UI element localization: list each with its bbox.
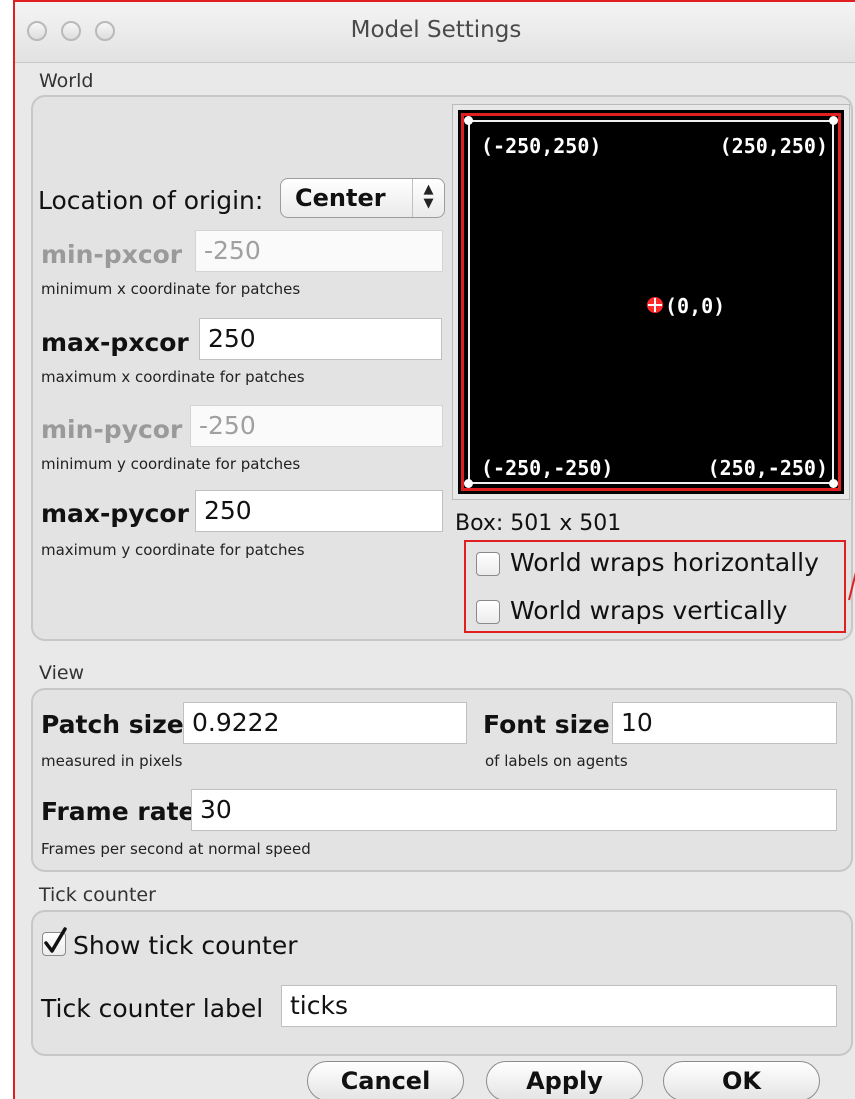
patch-size-hint: measured in pixels — [41, 752, 183, 770]
show-tick-counter-label: Show tick counter — [73, 931, 298, 960]
title-bar: Model Settings — [15, 2, 855, 63]
font-size-label: Font size — [483, 710, 610, 739]
model-settings-window: Model Settings World Location of origin:… — [13, 0, 855, 1099]
world-section-label: World — [39, 70, 94, 92]
frame-rate-hint: Frames per second at normal speed — [41, 840, 311, 858]
wrap-horizontal-label: World wraps horizontally — [510, 548, 819, 577]
font-size-input[interactable]: 10 — [612, 702, 837, 744]
preview-bottom-right-label: (250,-250) — [707, 456, 828, 480]
origin-select[interactable]: Center ▲ ▼ — [280, 178, 445, 218]
corner-dot-icon — [829, 479, 838, 488]
max-pycor-input[interactable]: 250 — [195, 490, 443, 532]
cancel-button[interactable]: Cancel — [307, 1061, 464, 1099]
max-pycor-hint: maximum y coordinate for patches — [41, 541, 305, 559]
min-pxcor-hint: minimum x coordinate for patches — [41, 280, 301, 298]
tick-counter-label-label: Tick counter label — [41, 994, 264, 1023]
preview-bottom-left-label: (-250,-250) — [481, 456, 614, 480]
corner-dot-icon — [464, 479, 473, 488]
origin-select-value: Center — [295, 184, 386, 212]
patch-size-label: Patch size — [41, 710, 184, 739]
min-pycor-label: min-pycor — [41, 415, 183, 444]
ok-button[interactable]: OK — [663, 1061, 820, 1099]
min-pxcor-label: min-pxcor — [41, 240, 183, 269]
frame-rate-label: Frame rate — [41, 797, 196, 826]
min-pycor-hint: minimum y coordinate for patches — [41, 455, 301, 473]
updown-arrows-icon: ▲ ▼ — [412, 179, 444, 217]
preview-center-label: (0,0) — [665, 294, 726, 318]
view-section-label: View — [39, 662, 85, 684]
preview-top-right-label: (250,250) — [719, 134, 828, 158]
min-pxcor-input[interactable]: -250 — [195, 230, 443, 272]
corner-dot-icon — [829, 116, 838, 125]
window-title: Model Settings — [350, 17, 522, 43]
max-pxcor-input[interactable]: 250 — [199, 318, 442, 360]
wrap-vertical-checkbox[interactable] — [476, 600, 500, 624]
patch-size-input[interactable]: 0.9222 — [183, 702, 467, 744]
max-pxcor-hint: maximum x coordinate for patches — [41, 368, 305, 386]
min-pycor-input[interactable]: -250 — [190, 405, 443, 447]
wrap-horizontal-checkbox[interactable] — [476, 552, 500, 576]
tick-counter-label-input[interactable]: ticks — [281, 985, 837, 1027]
show-tick-counter-checkbox[interactable] — [42, 927, 67, 956]
frame-rate-input[interactable]: 30 — [191, 789, 837, 831]
font-size-hint: of labels on agents — [485, 752, 628, 770]
preview-top-left-label: (-250,250) — [481, 134, 602, 158]
annotation-line — [848, 571, 855, 601]
origin-marker-icon — [647, 297, 663, 313]
corner-dot-icon — [464, 116, 473, 125]
max-pycor-label: max-pycor — [41, 499, 189, 528]
apply-button[interactable]: Apply — [486, 1061, 643, 1099]
box-size-label: Box: 501 x 501 — [455, 511, 622, 536]
tick-counter-section-label: Tick counter — [39, 884, 156, 906]
world-preview: (-250,250) (250,250) (0,0) (-250,-250) (… — [452, 104, 850, 500]
checkmark-icon — [44, 927, 67, 953]
max-pxcor-label: max-pxcor — [41, 328, 189, 357]
origin-label: Location of origin: — [38, 186, 264, 215]
wrap-vertical-label: World wraps vertically — [510, 596, 788, 625]
